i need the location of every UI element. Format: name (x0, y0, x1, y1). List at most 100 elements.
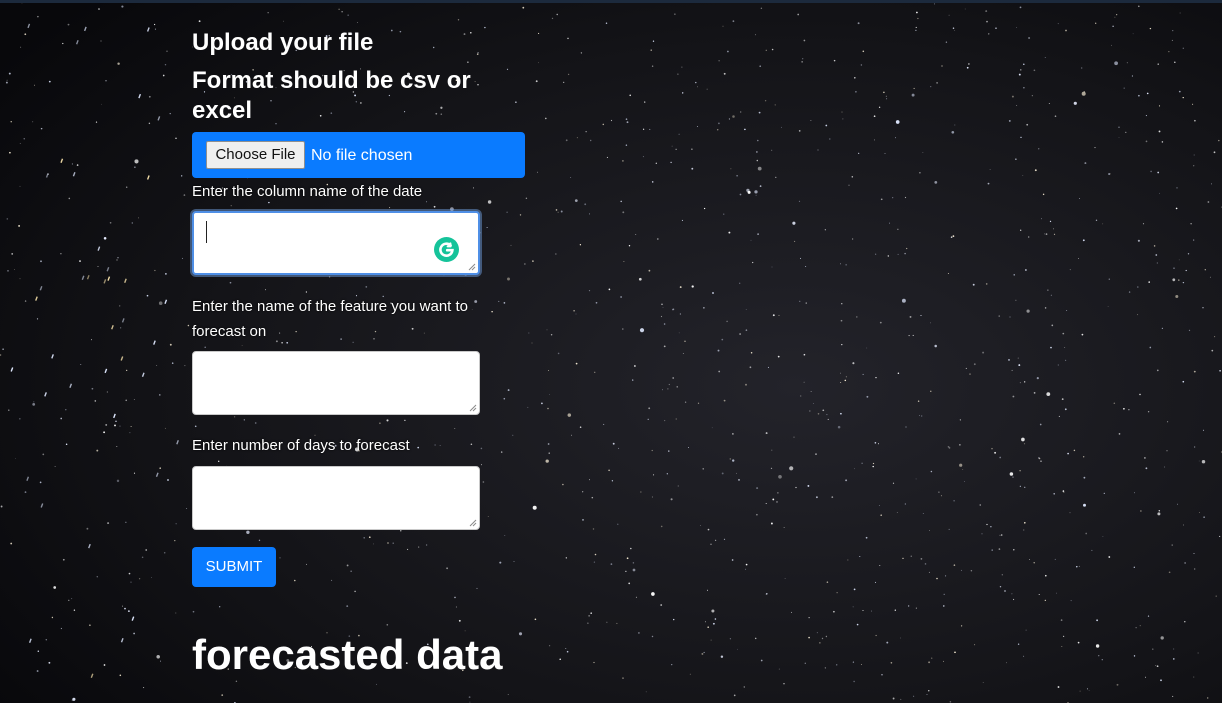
star (1157, 171, 1160, 174)
grammarly-icon[interactable] (434, 237, 459, 262)
star (1050, 294, 1052, 296)
star (169, 112, 171, 115)
star (1083, 91, 1086, 93)
star (682, 352, 684, 354)
star (40, 127, 43, 130)
feature-name-textarea[interactable] (192, 351, 480, 415)
star (1081, 333, 1084, 336)
star (873, 115, 876, 118)
resize-handle-icon[interactable] (469, 404, 477, 412)
star (691, 167, 694, 170)
star (760, 659, 763, 662)
star (1131, 75, 1133, 77)
star (915, 26, 917, 28)
submit-button[interactable]: SUBMIT (192, 547, 276, 587)
star (1149, 346, 1152, 349)
star (1193, 370, 1196, 373)
star (133, 472, 136, 474)
star (791, 611, 792, 613)
star (668, 383, 670, 386)
star (979, 504, 981, 506)
star (246, 530, 250, 535)
star (999, 534, 1001, 536)
star (730, 168, 732, 170)
star (169, 343, 172, 346)
star (73, 609, 76, 611)
star (1137, 239, 1140, 242)
star (900, 637, 902, 639)
star (1021, 437, 1025, 442)
star (853, 588, 856, 591)
star (389, 207, 391, 209)
star (610, 119, 613, 122)
star (738, 479, 740, 481)
star (1178, 279, 1180, 281)
star (1061, 645, 1063, 648)
star (1069, 269, 1071, 271)
star (745, 309, 747, 310)
star (498, 300, 500, 302)
star (662, 307, 664, 308)
star (1028, 236, 1030, 238)
star (1011, 593, 1013, 595)
forecast-days-textarea[interactable] (192, 466, 480, 530)
resize-handle-icon[interactable] (469, 519, 477, 527)
star (1202, 429, 1205, 431)
star (1132, 33, 1134, 35)
star (105, 80, 107, 82)
star (9, 151, 11, 154)
star (1064, 346, 1066, 349)
choose-file-button[interactable]: Choose File (206, 141, 305, 169)
star (418, 546, 420, 548)
star (121, 5, 124, 8)
star (706, 88, 708, 90)
star (588, 615, 590, 617)
star (625, 144, 628, 146)
star (987, 182, 990, 185)
star (776, 500, 778, 503)
star (159, 394, 161, 396)
star (1177, 503, 1178, 505)
star (164, 63, 167, 66)
star (736, 472, 737, 474)
date-column-textarea[interactable] (192, 211, 480, 275)
star (732, 20, 735, 23)
star (71, 163, 73, 165)
resize-handle-icon[interactable] (468, 263, 476, 271)
star (551, 17, 554, 20)
star (338, 8, 340, 10)
file-input[interactable]: Choose File No file chosen (192, 132, 525, 178)
star (547, 443, 550, 445)
star (1156, 665, 1159, 668)
star (874, 581, 877, 583)
star (911, 93, 915, 97)
star (1033, 562, 1035, 564)
star (733, 694, 736, 697)
star (1095, 219, 1098, 221)
star (721, 472, 724, 475)
star (1009, 472, 1014, 476)
star (587, 622, 589, 624)
star (749, 366, 752, 369)
star (663, 345, 666, 348)
star (499, 561, 502, 564)
star (510, 244, 512, 246)
star (1045, 233, 1048, 235)
star (476, 53, 479, 55)
star (930, 470, 933, 473)
star (928, 690, 930, 692)
star (103, 431, 106, 434)
star (857, 22, 860, 25)
star (794, 240, 796, 242)
star (986, 523, 988, 526)
star (635, 596, 637, 598)
star (446, 567, 449, 570)
star (1086, 688, 1089, 690)
star (795, 486, 797, 489)
star (32, 121, 34, 123)
star (854, 77, 856, 79)
star (487, 516, 489, 517)
star (752, 261, 754, 264)
forecast-days-label: Enter number of days to forecast (192, 437, 410, 454)
star (1173, 648, 1175, 650)
